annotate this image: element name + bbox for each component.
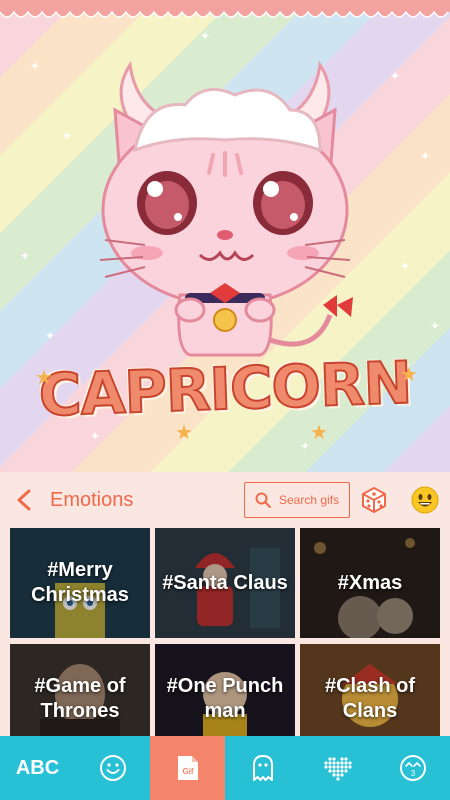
emoticon-3-label: 3: [410, 769, 415, 778]
star-icon: ★: [400, 364, 418, 386]
gif-icon-label: Gif: [182, 767, 193, 776]
star-icon: ★: [310, 422, 328, 444]
back-button[interactable]: [0, 472, 48, 528]
sparkle-icon: ✦: [430, 319, 441, 333]
gif-tile-label: #Xmas: [337, 571, 403, 594]
abc-label: ABC: [15, 756, 60, 779]
dice-icon[interactable]: [360, 486, 388, 514]
gif-header: Emotions Search gifs: [0, 472, 450, 528]
gif-tile-label: #Clash of Clans: [324, 675, 416, 722]
tab-gif[interactable]: Gif: [150, 736, 225, 800]
sparkle-icon: ✦: [45, 329, 56, 343]
lace-border: [0, 0, 450, 18]
gif-tile-label: #One Punch man: [166, 675, 284, 722]
smiley-icon: [99, 755, 126, 781]
sparkle-icon: ✦: [390, 69, 401, 83]
sparkle-icon: ✦: [62, 129, 73, 143]
gif-tile-one-punch-man[interactable]: #One Punch man: [155, 644, 295, 736]
tab-emoji[interactable]: [75, 736, 150, 800]
gif-tile-santa-claus[interactable]: #Santa Claus: [155, 528, 295, 638]
gif-tile-xmas[interactable]: #Xmas: [300, 528, 440, 638]
tab-text-art[interactable]: [300, 736, 375, 800]
search-placeholder: Search gifs: [279, 493, 340, 507]
gif-tile-label: #Game of Thrones: [34, 675, 126, 722]
tab-abc-keyboard[interactable]: ABC: [0, 736, 75, 800]
sparkle-icon: ✦: [20, 249, 31, 263]
star-icon: ★: [175, 422, 193, 444]
gif-tile-label: #Merry Christmas: [31, 559, 129, 606]
smiley-emoji-icon[interactable]: [411, 486, 439, 514]
chevron-left-icon: [17, 489, 31, 511]
keyboard-bottom-bar: ABC Gif 3: [0, 736, 450, 800]
ghost-icon: [252, 755, 273, 781]
tab-stickers[interactable]: [225, 736, 300, 800]
gif-tile-game-of-thrones[interactable]: #Game of Thrones: [10, 644, 150, 736]
sparkle-icon: ✦: [200, 29, 211, 43]
sparkle-icon: ✦: [90, 429, 101, 443]
search-icon: [255, 492, 271, 508]
sparkle-icon: ✦: [400, 259, 411, 273]
category-title: Emotions: [50, 488, 134, 511]
gif-icon: Gif: [177, 756, 198, 780]
heart-dots-icon: [323, 757, 352, 781]
gif-tile-label: #Santa Claus: [162, 571, 288, 594]
theme-banner: ✦ ✦ ✦ ✦ ✦ ✦ ✦ ✦ ✦ ✦ ✦ CAPRICORN ★ ★ ★ ★: [0, 0, 450, 472]
sparkle-icon: ✦: [300, 439, 311, 453]
gif-tile-clash-of-clans[interactable]: #Clash of Clans: [300, 644, 440, 736]
search-gifs-input[interactable]: Search gifs: [244, 482, 350, 518]
gif-grid: #Merry Christmas #Santa Claus #Xmas #Gam…: [0, 528, 450, 736]
sparkle-icon: ✦: [30, 59, 41, 73]
tab-emoticons[interactable]: 3: [375, 736, 450, 800]
capricorn-cat-illustration: [99, 60, 353, 357]
capricorn-title: CAPRICORN: [37, 348, 413, 431]
emoticon-3-icon: 3: [399, 755, 426, 781]
sparkle-icon: ✦: [420, 149, 431, 163]
gif-tile-merry-christmas[interactable]: #Merry Christmas: [10, 528, 150, 638]
star-icon: ★: [35, 367, 53, 389]
